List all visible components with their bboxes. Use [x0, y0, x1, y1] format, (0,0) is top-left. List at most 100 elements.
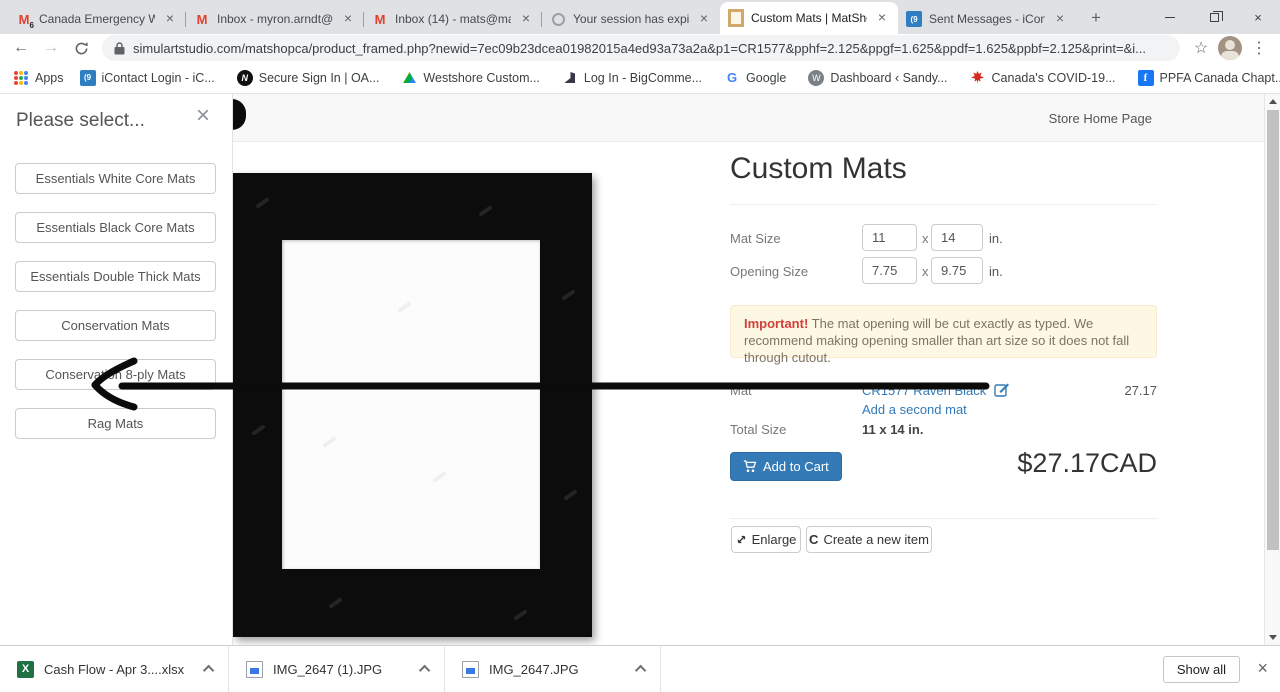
mat-type-button[interactable]: Conservation Mats: [15, 310, 216, 341]
browser-tab[interactable]: Your session has expire ×: [542, 4, 720, 34]
apps-grid-icon: [14, 71, 28, 85]
forward-button[interactable]: →: [38, 35, 64, 61]
chevron-up-icon[interactable]: [419, 665, 430, 676]
mat-type-button[interactable]: Essentials White Core Mats: [15, 163, 216, 194]
add-second-mat-link[interactable]: Add a second mat: [862, 402, 967, 417]
bookmarks-bar: Apps iContact Login - iC... Secure Sign …: [0, 62, 1280, 94]
panel-title: Please select...: [16, 110, 145, 132]
mat-height-input[interactable]: [931, 224, 983, 251]
add-to-cart-button[interactable]: Add to Cart: [730, 452, 842, 481]
divider: [730, 518, 1157, 519]
unit-label: in.: [989, 231, 1003, 246]
tab-close-icon[interactable]: ×: [1052, 11, 1068, 27]
bookmark-label: PPFA Canada Chapt...: [1160, 71, 1280, 85]
tab-favicon: [728, 10, 744, 26]
browser-tab[interactable]: Inbox - myron.arndt@g ×: [186, 4, 364, 34]
add-to-cart-label: Add to Cart: [763, 459, 829, 474]
tab-close-icon[interactable]: ×: [518, 11, 534, 27]
downloads-close-icon[interactable]: ×: [1257, 659, 1268, 677]
scroll-down-icon[interactable]: [1269, 635, 1277, 640]
new-tab-button[interactable]: +: [1082, 4, 1110, 32]
bookmark-favicon: [237, 70, 253, 86]
tab-favicon: [550, 11, 566, 27]
menu-dots-icon[interactable]: ⋮: [1246, 35, 1272, 61]
bookmark-item[interactable]: Log In - BigComme...: [556, 70, 708, 86]
bookmark-favicon: [970, 70, 986, 86]
tab-favicon: [906, 11, 922, 27]
download-item[interactable]: Cash Flow - Apr 3....xlsx: [0, 646, 229, 692]
bookmark-label: iContact Login - iC...: [102, 71, 215, 85]
close-button[interactable]: ×: [1236, 0, 1280, 34]
enlarge-button[interactable]: Enlarge: [731, 526, 801, 553]
watermark: [328, 597, 343, 609]
restore-button[interactable]: [1192, 0, 1236, 34]
tab-strip: 6 Canada Emergency Wa × Inbox - myron.ar…: [0, 0, 1280, 34]
panel-close-icon[interactable]: ×: [196, 104, 210, 128]
mat-type-button[interactable]: Rag Mats: [15, 408, 216, 439]
mat-type-options: Essentials White Core Mats Essentials Bla…: [15, 163, 216, 439]
bookmark-item[interactable]: Secure Sign In | OA...: [231, 70, 386, 86]
download-item[interactable]: IMG_2647 (1).JPG: [229, 646, 445, 692]
tab-title: Sent Messages - iConta: [929, 12, 1045, 26]
bookmark-item[interactable]: PPFA Canada Chapt...: [1132, 70, 1280, 86]
back-button[interactable]: ←: [8, 35, 34, 61]
minimize-button[interactable]: [1148, 0, 1192, 34]
page-scrollbar[interactable]: [1264, 94, 1280, 645]
tab-close-icon[interactable]: ×: [874, 10, 890, 26]
opening-height-input[interactable]: [931, 257, 983, 284]
bookmark-label: Westshore Custom...: [423, 71, 539, 85]
opening-width-input[interactable]: [862, 257, 917, 284]
tab-close-icon[interactable]: ×: [340, 11, 356, 27]
download-filename: IMG_2647 (1).JPG: [273, 662, 412, 677]
bookmark-item[interactable]: Dashboard ‹ Sandy...: [802, 70, 953, 86]
tab-title: Inbox - myron.arndt@g: [217, 12, 333, 26]
tab-close-icon[interactable]: ×: [696, 11, 712, 27]
browser-tab[interactable]: Custom Mats | MatSho ×: [720, 2, 898, 34]
mat-label: Mat: [730, 383, 752, 398]
scrollbar-thumb[interactable]: [1267, 110, 1279, 550]
mat-preview: [233, 173, 592, 637]
tab-title: Custom Mats | MatSho: [751, 11, 867, 25]
mat-width-input[interactable]: [862, 224, 917, 251]
watermark: [513, 609, 528, 621]
bookmark-item[interactable]: Westshore Custom...: [395, 70, 545, 86]
apps-shortcut[interactable]: Apps: [14, 71, 64, 85]
bookmark-favicon: [80, 70, 96, 86]
browser-tab[interactable]: Inbox (14) - mats@mat ×: [364, 4, 542, 34]
omnibox[interactable]: simulartstudio.com/matshopca/product_fra…: [102, 35, 1180, 61]
opening-size-label: Opening Size: [730, 264, 808, 279]
downloads-bar: Cash Flow - Apr 3....xlsx IMG_2647 (1).J…: [0, 645, 1280, 692]
tab-title: Inbox (14) - mats@mat: [395, 12, 511, 26]
edit-mat-icon[interactable]: [994, 381, 1010, 402]
tab-close-icon[interactable]: ×: [162, 11, 178, 27]
bookmark-favicon: [808, 70, 824, 86]
scroll-up-icon[interactable]: [1269, 99, 1277, 104]
tab-favicon: [194, 11, 210, 27]
show-all-button[interactable]: Show all: [1163, 656, 1240, 683]
bookmark-item[interactable]: iContact Login - iC...: [74, 70, 221, 86]
mat-color-link[interactable]: CR1577 Raven Black: [862, 383, 986, 398]
chevron-up-icon[interactable]: [203, 665, 214, 676]
mat-type-button[interactable]: Essentials Double Thick Mats: [15, 261, 216, 292]
product-panel: Custom Mats Mat Size x in. Opening Size …: [730, 94, 1157, 645]
profile-avatar[interactable]: [1218, 36, 1242, 60]
bookmark-item[interactable]: Canada's COVID-19...: [964, 70, 1122, 86]
please-select-panel: Please select... × Essentials White Core…: [0, 94, 233, 645]
bookmark-label: Secure Sign In | OA...: [259, 71, 380, 85]
download-item[interactable]: IMG_2647.JPG: [445, 646, 661, 692]
watermark: [432, 471, 447, 483]
enlarge-icon: [736, 534, 747, 545]
mat-type-button[interactable]: Conservation 8-ply Mats: [15, 359, 216, 390]
bookmark-item[interactable]: Google: [718, 70, 792, 86]
browser-tab[interactable]: 6 Canada Emergency Wa ×: [8, 4, 186, 34]
unit-label: in.: [989, 264, 1003, 279]
reload-button[interactable]: [68, 35, 94, 61]
mat-type-button[interactable]: Essentials Black Core Mats: [15, 212, 216, 243]
bookmark-star-icon[interactable]: ☆: [1188, 35, 1214, 61]
refresh-icon: C: [809, 532, 818, 547]
chevron-up-icon[interactable]: [635, 665, 646, 676]
total-size-value: 11 x 14 in.: [862, 422, 923, 437]
create-new-item-button[interactable]: C Create a new item: [806, 526, 932, 553]
browser-tab[interactable]: Sent Messages - iConta ×: [898, 4, 1076, 34]
watermark: [255, 197, 270, 209]
